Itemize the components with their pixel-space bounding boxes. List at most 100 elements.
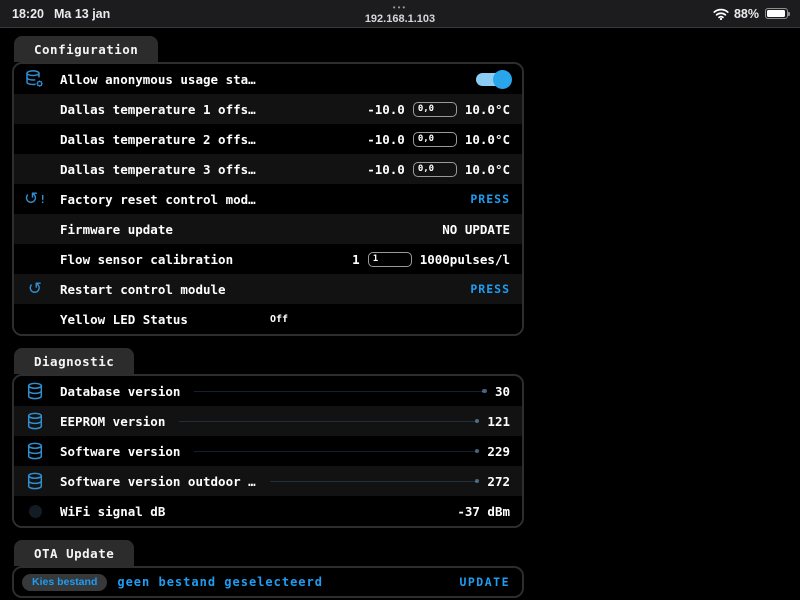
tab-configuration: Configuration	[14, 36, 159, 62]
row-label: Dallas temperature 3 offs…	[60, 161, 256, 177]
toggle-knob	[493, 69, 512, 89]
settings-row: Allow anonymous usage sta…	[14, 64, 522, 94]
database-gear-icon	[22, 69, 48, 89]
row-label: EEPROM version	[60, 413, 166, 429]
meter-dot	[474, 478, 480, 483]
range-min: -10.0	[367, 161, 405, 177]
meter-value: 272	[487, 473, 510, 489]
settings-row: ↺! Factory reset control mod… PRESS	[14, 184, 522, 214]
press-button[interactable]: PRESS	[470, 192, 510, 206]
page-content: Configuration Allow anonymous usage sta……	[0, 28, 800, 598]
dim-circle-icon	[22, 504, 48, 518]
range-group: -10.0 10.0°C	[367, 131, 510, 147]
status-time-date: 18:20 Ma 13 jan	[12, 7, 252, 21]
settings-row: Flow sensor calibration 1 1000pulses/l	[14, 244, 522, 274]
tab-ota-update: OTA Update	[14, 540, 135, 566]
meter-value: 30	[494, 383, 510, 399]
row-label: Firmware update	[60, 221, 173, 237]
choose-file-button[interactable]: Kies bestand	[22, 573, 108, 591]
status-center: ••• 192.168.1.103	[252, 3, 548, 25]
meter-dot	[474, 418, 480, 423]
status-bar: 18:20 Ma 13 jan ••• 192.168.1.103 88%	[0, 0, 800, 28]
range-max: 10.0°C	[464, 101, 510, 117]
settings-row: Software version 229	[14, 436, 522, 466]
file-status-text: geen bestand geselecteerd	[117, 575, 323, 589]
value-input[interactable]	[412, 101, 457, 117]
battery-percent: 88%	[733, 6, 759, 21]
wifi-icon	[713, 8, 729, 20]
battery-fill	[767, 10, 786, 17]
ota-update-panel: OTA Update Kies bestand geen bestand ges…	[12, 540, 524, 598]
row-value: -37 dBm	[457, 503, 510, 519]
settings-row: Firmware update NO UPDATE	[14, 214, 522, 244]
value-input[interactable]	[367, 251, 412, 267]
meter-value: 229	[487, 443, 510, 459]
row-label: Allow anonymous usage sta…	[60, 71, 256, 87]
factory-reset-icon: ↺!	[22, 188, 48, 209]
clock: 18:20	[12, 6, 44, 21]
settings-row: WiFi signal dB -37 dBm	[14, 496, 522, 526]
row-label: Dallas temperature 2 offs…	[60, 131, 256, 147]
range-max: 1000pulses/l	[419, 251, 510, 267]
configuration-panel: Configuration Allow anonymous usage sta……	[12, 36, 524, 336]
range-max: 10.0°C	[464, 131, 510, 147]
status-value: Off	[269, 313, 288, 325]
range-min: 1	[352, 251, 360, 267]
settings-row: Dallas temperature 3 offs… -10.0 10.0°C	[14, 154, 522, 184]
database-icon	[22, 442, 48, 460]
settings-row: ↺ Restart control module PRESS	[14, 274, 522, 304]
row-label: Database version	[60, 383, 181, 399]
row-label: Dallas temperature 1 offs…	[60, 101, 256, 117]
diagnostic-rows: Database version 30 EEPROM version 121 Softw…	[12, 374, 524, 528]
diagnostic-panel: Diagnostic Database version 30 EEPROM vers…	[12, 348, 524, 528]
meter-value: 121	[487, 413, 510, 429]
meter-track	[269, 478, 480, 483]
settings-row: Database version 30	[14, 376, 522, 406]
settings-row: Dallas temperature 2 offs… -10.0 10.0°C	[14, 124, 522, 154]
battery-nub	[788, 12, 790, 16]
value-input[interactable]	[412, 161, 457, 177]
value-input[interactable]	[412, 131, 457, 147]
update-button[interactable]: UPDATE	[459, 575, 510, 589]
range-max: 10.0°C	[464, 161, 510, 177]
exclamation-glyph: !	[39, 192, 46, 206]
url-address: 192.168.1.103	[364, 12, 436, 25]
meter-track	[194, 448, 480, 453]
ota-update-body: Kies bestand geen bestand geselecteerd U…	[12, 566, 524, 598]
status-indicators: 88%	[548, 6, 790, 21]
ota-row: Kies bestand geen bestand geselecteerd U…	[14, 568, 522, 596]
tab-diagnostic: Diagnostic	[14, 348, 135, 374]
restart-icon: ↺	[22, 278, 48, 299]
database-icon	[22, 382, 48, 400]
settings-row: Yellow LED Status Off	[14, 304, 522, 334]
range-group: 1 1000pulses/l	[352, 251, 510, 267]
row-label: Restart control module	[60, 281, 226, 297]
ellipsis-icon: •••	[392, 2, 408, 12]
row-label: Flow sensor calibration	[60, 251, 234, 267]
database-icon	[22, 472, 48, 490]
range-group: -10.0 10.0°C	[367, 161, 510, 177]
settings-row: Software version outdoor … 272	[14, 466, 522, 496]
settings-row: EEPROM version 121	[14, 406, 522, 436]
meter-track	[194, 388, 487, 393]
row-label: WiFi signal dB	[60, 503, 166, 519]
battery-icon	[765, 8, 790, 19]
configuration-rows: Allow anonymous usage sta… Dallas tempera…	[12, 62, 524, 336]
range-group: -10.0 10.0°C	[367, 101, 510, 117]
meter-dot	[474, 448, 480, 453]
row-label: Factory reset control mod…	[60, 191, 256, 207]
restart-arrow-glyph: ↺	[27, 278, 43, 299]
database-icon	[22, 412, 48, 430]
meter-dot	[482, 388, 487, 393]
settings-row: Dallas temperature 1 offs… -10.0 10.0°C	[14, 94, 522, 124]
reset-arrow-glyph: ↺	[24, 188, 39, 209]
row-label: Software version	[60, 443, 181, 459]
date: Ma 13 jan	[53, 6, 111, 21]
row-value: NO UPDATE	[442, 221, 510, 237]
row-label: Yellow LED Status	[60, 311, 188, 327]
range-min: -10.0	[367, 131, 405, 147]
press-button[interactable]: PRESS	[470, 282, 510, 296]
range-min: -10.0	[367, 101, 405, 117]
row-label: Software version outdoor …	[60, 473, 256, 489]
toggle-switch[interactable]	[476, 69, 512, 89]
